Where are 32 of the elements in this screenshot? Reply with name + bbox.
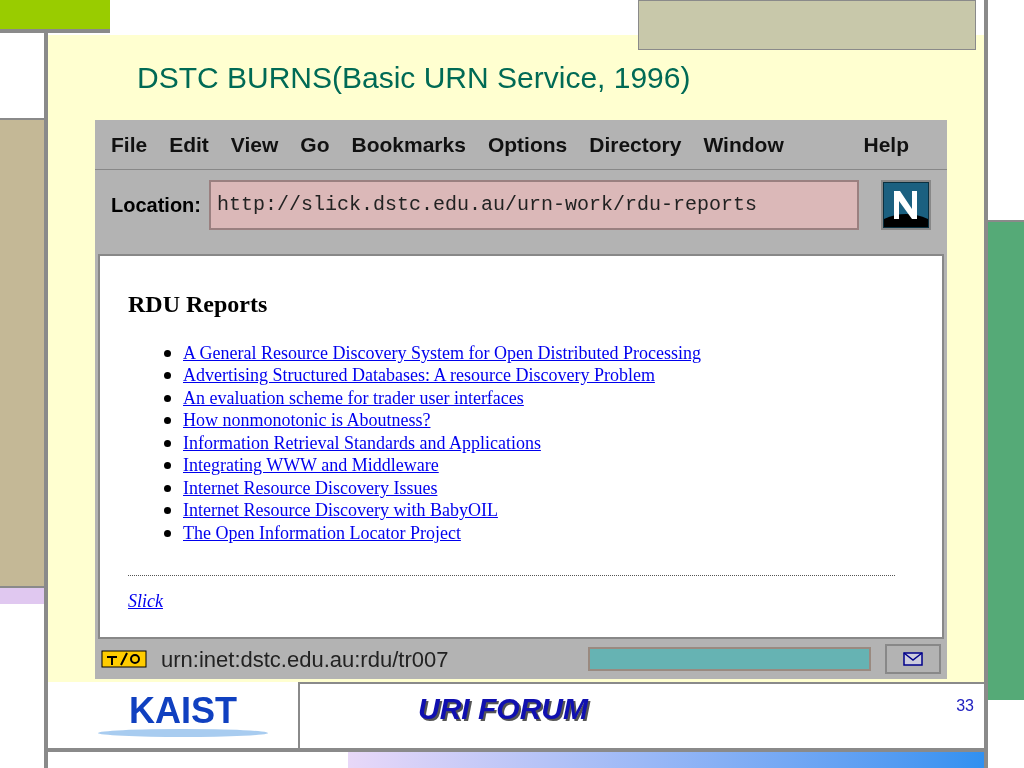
bullet-icon xyxy=(164,439,171,447)
menu-item[interactable]: File xyxy=(111,128,148,161)
bullet-icon xyxy=(164,507,171,515)
slide-title: DSTC BURNS(Basic URN Service, 1996) xyxy=(136,60,692,96)
menu-item[interactable]: Options xyxy=(487,128,568,161)
security-key-icon[interactable] xyxy=(101,649,147,669)
menu-item[interactable]: Edit xyxy=(169,128,209,161)
menu-item[interactable]: Directory xyxy=(589,128,682,161)
bullet-icon xyxy=(164,484,171,492)
menu-item[interactable]: View xyxy=(230,128,279,161)
menu-item[interactable]: Bookmarks xyxy=(351,128,466,161)
mail-button[interactable] xyxy=(885,644,941,674)
bullet-icon xyxy=(164,372,171,380)
menu-item[interactable]: Go xyxy=(300,128,330,161)
bullet-icon xyxy=(164,462,171,470)
page-number: 33 xyxy=(956,696,974,716)
logo-swoosh-icon xyxy=(98,729,268,737)
bullet-icon xyxy=(164,394,171,402)
slick-link[interactable]: Slick xyxy=(128,590,163,611)
bullet-icon xyxy=(164,529,171,537)
menu-item[interactable]: Window xyxy=(703,128,784,161)
location-label: Location: xyxy=(111,193,201,218)
page-heading: RDU Reports xyxy=(128,290,269,319)
menu-item[interactable]: Help xyxy=(863,128,909,161)
envelope-icon xyxy=(903,652,923,666)
browser-logo-icon[interactable] xyxy=(881,180,931,230)
forum-logo: URI FORUM xyxy=(418,691,588,727)
status-text: urn:inet:dstc.edu.au:rdu/tr007 xyxy=(161,645,449,674)
kaist-logo: KAIST xyxy=(129,693,237,729)
bullet-icon xyxy=(164,417,171,425)
bullet-icon xyxy=(164,349,171,357)
location-field[interactable]: http://slick.dstc.edu.au/urn-work/rdu-reports xyxy=(209,180,859,230)
